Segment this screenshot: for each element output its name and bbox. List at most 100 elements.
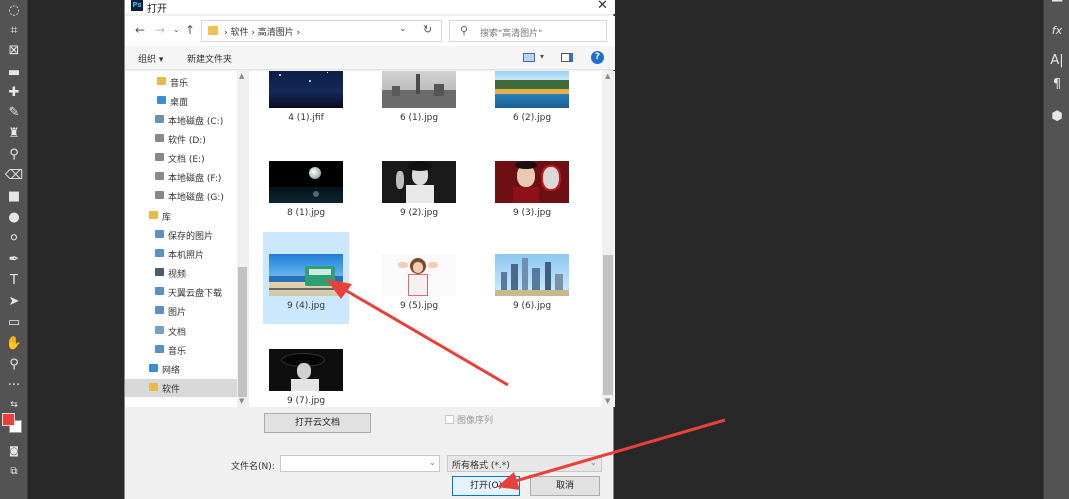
- hand-tool-icon[interactable]: ✋: [4, 335, 24, 353]
- file-item[interactable]: 4 (1).jfif: [263, 71, 349, 136]
- character-panel-icon[interactable]: A|: [1047, 52, 1067, 70]
- tree-item-label: 软件: [162, 385, 181, 395]
- address-bar[interactable]: › 软件 › 高清图片 › ⌄ ↻: [201, 20, 442, 42]
- pen-tool-icon[interactable]: ✒: [4, 251, 24, 269]
- filename-field[interactable]: ⌄: [280, 455, 440, 472]
- tree-item[interactable]: 音乐: [125, 341, 238, 359]
- tree-item[interactable]: 软件: [125, 379, 238, 397]
- lasso-tool-icon[interactable]: ◌: [4, 2, 24, 20]
- 3d-panel-icon[interactable]: ⬢: [1047, 108, 1067, 126]
- rectangle-tool-icon[interactable]: ▭: [4, 314, 24, 332]
- scroll-up-icon[interactable]: ▲: [605, 72, 610, 80]
- history-brush-icon[interactable]: ⚲: [4, 146, 24, 164]
- chevron-down-icon[interactable]: ⌄: [590, 458, 597, 467]
- fx-icon[interactable]: fx: [1047, 22, 1067, 40]
- drive-icon: [155, 153, 164, 161]
- file-item[interactable]: 9 (5).jpg: [376, 232, 462, 324]
- quick-mask-icon[interactable]: ◙: [4, 443, 24, 461]
- file-item[interactable]: 9 (6).jpg: [489, 232, 575, 324]
- recent-locations-icon[interactable]: ⌄: [173, 25, 180, 34]
- frame-tool-icon[interactable]: ⊠: [4, 42, 24, 60]
- tree-item[interactable]: 网络: [125, 360, 238, 378]
- type-tool-icon[interactable]: T: [4, 272, 24, 290]
- open-cloud-document-button[interactable]: 打开云文档: [264, 413, 371, 433]
- eraser-tool-icon[interactable]: ⌫: [4, 167, 24, 185]
- crop-tool-icon[interactable]: ⌗: [4, 22, 24, 40]
- tree-item-label: 图片: [168, 308, 187, 318]
- file-item[interactable]: 6 (1).jpg: [376, 71, 462, 136]
- help-icon[interactable]: ?: [591, 51, 604, 64]
- file-scroll-thumb[interactable]: [603, 255, 613, 395]
- file-thumbnail: [382, 71, 456, 108]
- view-mode-icon[interactable]: [523, 53, 535, 62]
- chevron-down-icon[interactable]: ⌄: [429, 458, 436, 467]
- view-dropdown-icon[interactable]: ▾: [540, 52, 544, 61]
- dodge-tool-icon[interactable]: ⚪: [4, 230, 24, 248]
- file-thumbnail: [382, 161, 456, 203]
- healing-brush-icon[interactable]: ✚: [4, 84, 24, 102]
- filetype-select[interactable]: 所有格式 (*.*) ⌄: [447, 455, 602, 472]
- path-selection-icon[interactable]: ➤: [4, 293, 24, 311]
- swap-colors-icon[interactable]: ⇆: [4, 396, 24, 414]
- photoshop-logo-icon: Ps: [131, 0, 143, 11]
- preview-pane-icon[interactable]: [561, 53, 573, 62]
- tree-item[interactable]: 文档: [125, 322, 238, 340]
- tree-item[interactable]: 本地磁盘 (G:): [125, 187, 238, 205]
- tree-item[interactable]: 视频: [125, 264, 238, 282]
- tree-item[interactable]: 文档 (E:): [125, 149, 238, 167]
- breadcrumb[interactable]: › 软件 › 高清图片 ›: [224, 25, 300, 38]
- organize-button[interactable]: 组织 ▾: [138, 52, 163, 65]
- open-button[interactable]: 打开(O): [452, 476, 520, 496]
- file-item[interactable]: 6 (2).jpg: [489, 71, 575, 136]
- file-item[interactable]: 8 (1).jpg: [263, 139, 349, 231]
- tree-item[interactable]: 软件 (D:): [125, 130, 238, 148]
- tree-item[interactable]: 桌面: [125, 92, 238, 110]
- file-name: 6 (1).jpg: [399, 113, 439, 123]
- tree-item[interactable]: 图片: [125, 302, 238, 320]
- paragraph-panel-icon[interactable]: ¶: [1047, 76, 1067, 94]
- scroll-down-icon[interactable]: ▼: [605, 397, 610, 405]
- file-thumbnail: [495, 161, 569, 203]
- adjustments-icon[interactable]: ▀: [1047, 0, 1067, 12]
- blur-tool-icon[interactable]: ●: [4, 209, 24, 227]
- file-item[interactable]: 9 (3).jpg: [489, 139, 575, 231]
- tree-item[interactable]: 天翼云盘下载: [125, 283, 238, 301]
- forward-arrow-icon[interactable]: →: [155, 23, 165, 37]
- tree-item[interactable]: 本机照片: [125, 245, 238, 263]
- more-tools-icon[interactable]: ···: [4, 377, 24, 395]
- image-sequence-checkbox[interactable]: [445, 415, 454, 424]
- refresh-icon[interactable]: ↻: [423, 23, 432, 36]
- file-list: 4 (1).jfif 6 (1).jpg 6 (2).jpg 8 (1).jpg 9 (…: [249, 71, 615, 407]
- search-input[interactable]: ⚲ 搜索"高清图片": [449, 20, 607, 42]
- ruler-tool-icon[interactable]: ▬: [4, 64, 24, 82]
- new-folder-button[interactable]: 新建文件夹: [187, 52, 232, 65]
- up-arrow-icon[interactable]: ↑: [185, 23, 195, 37]
- tree-item-label: 桌面: [170, 98, 189, 108]
- file-item[interactable]: 9 (7).jpg: [263, 327, 349, 407]
- file-thumbnail: [382, 254, 456, 296]
- tree-scroll-thumb[interactable]: [238, 267, 247, 397]
- zoom-tool-icon[interactable]: ⚲: [4, 356, 24, 374]
- foreground-color-swatch[interactable]: [2, 413, 15, 426]
- folder-icon: [149, 383, 158, 391]
- tree-item[interactable]: 本地磁盘 (F:): [125, 168, 238, 186]
- scroll-down-icon[interactable]: ▼: [239, 397, 244, 405]
- tree-item[interactable]: 本地磁盘 (C:): [125, 111, 238, 129]
- stamp-tool-icon[interactable]: ♜: [4, 125, 24, 143]
- tree-scrollbar[interactable]: ▲ ▼: [237, 71, 248, 407]
- tree-item[interactable]: 保存的图片: [125, 226, 238, 244]
- file-thumbnail: [269, 71, 343, 108]
- brush-tool-icon[interactable]: ✎: [4, 104, 24, 122]
- file-item[interactable]: 9 (2).jpg: [376, 139, 462, 231]
- back-arrow-icon[interactable]: ←: [135, 23, 145, 37]
- file-scrollbar[interactable]: ▲ ▼: [602, 71, 614, 407]
- gradient-tool-icon[interactable]: ■: [4, 188, 24, 206]
- screen-mode-icon[interactable]: ⧉: [4, 463, 24, 481]
- close-button[interactable]: ✕: [597, 0, 608, 13]
- tree-item[interactable]: 库: [125, 207, 238, 225]
- chevron-down-icon[interactable]: ⌄: [399, 24, 407, 34]
- cancel-button[interactable]: 取消: [530, 476, 600, 496]
- file-item[interactable]: 9 (4).jpg: [263, 232, 349, 324]
- tree-item[interactable]: 音乐: [125, 73, 238, 91]
- scroll-up-icon[interactable]: ▲: [239, 72, 244, 80]
